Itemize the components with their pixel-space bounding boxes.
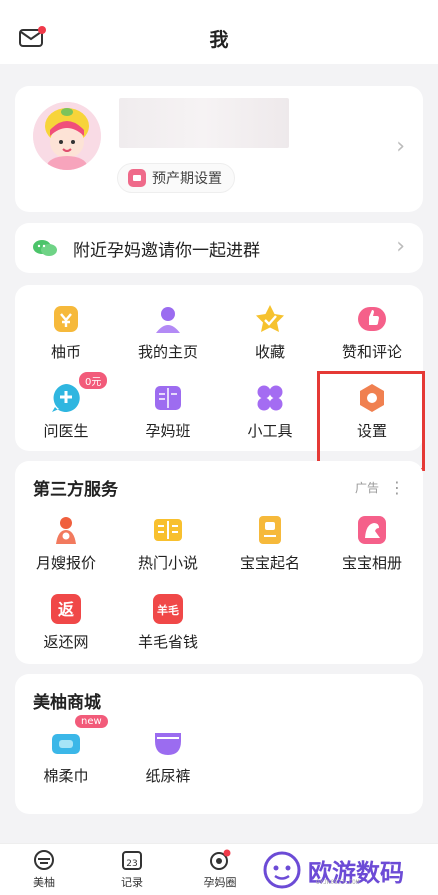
tool-label: 我的主页 [137,343,198,361]
calendar-date: 23 [126,859,137,869]
tool-ask-doctor[interactable]: 0元 问医生 [15,372,117,441]
service-save-money[interactable]: 羊毛 羊毛省钱 [117,593,219,652]
free-badge: 0元 [79,372,108,389]
due-date-label: 预产期设置 [152,171,222,187]
tool-favorites[interactable]: 收藏 [219,303,321,362]
ad-label: 广告 [354,481,379,495]
tab-community[interactable]: 孕妈圈 [176,844,264,895]
mail-icon[interactable] [19,26,47,48]
diaper-icon [152,727,184,759]
album-icon [356,514,388,546]
service-nanny-quote[interactable]: 月嫂报价 [15,514,117,573]
tool-label: 小工具 [247,422,293,440]
user-icon [152,303,184,335]
profile-card[interactable]: 预产期设置 › [15,86,423,212]
service-label: 返还网 [43,633,89,651]
tool-small-tools[interactable]: 小工具 [219,382,321,441]
avatar[interactable] [33,102,101,170]
tab-record[interactable]: 23 记录 [88,844,176,895]
tool-coin[interactable]: 柚币 [15,303,117,362]
third-party-services-card: 第三方服务 广告 ⋮ 月嫂报价 热门小说 宝宝起名 宝宝相册 返 返还网 羊毛 … [15,461,423,664]
mall-item-tissue[interactable]: new 棉柔巾 [15,715,117,786]
tab-label: 美柚 [33,876,55,889]
more-options-icon[interactable]: ⋮ [389,478,405,497]
tool-likes-comments[interactable]: 赞和评论 [321,303,423,362]
watermark: 欧游数码 OYJK0573.COM [262,850,404,890]
service-label: 宝宝相册 [341,554,402,572]
thumbs-up-icon [356,303,388,335]
save-money-icon: 羊毛 [152,593,184,625]
star-icon [254,303,286,335]
service-baby-album[interactable]: 宝宝相册 [321,514,423,573]
tools-icon [254,382,286,414]
section-title: 美柚商城 [33,693,101,713]
page-title: 我 [209,28,229,51]
mall-label: 棉柔巾 [43,767,89,785]
tool-label: 赞和评论 [341,343,402,361]
calendar-icon [128,169,146,187]
tool-my-homepage[interactable]: 我的主页 [117,303,219,362]
service-baby-naming[interactable]: 宝宝起名 [219,514,321,573]
mall-item-diaper[interactable]: 纸尿裤 [117,727,219,786]
watermark-logo-icon [263,851,301,889]
naming-icon [254,514,286,546]
header: 我 [0,12,438,64]
service-label: 月嫂报价 [35,554,96,572]
community-icon [209,849,231,871]
username-blurred [119,98,289,148]
chat-bubbles-icon [33,239,57,257]
tool-label: 柚币 [50,343,81,361]
tissue-icon [50,727,82,759]
invite-banner[interactable]: 附近孕妈邀请你一起进群 › [15,223,423,273]
due-date-setting-button[interactable]: 预产期设置 [117,163,235,193]
service-hot-novels[interactable]: 热门小说 [117,514,219,573]
tool-label: 收藏 [254,343,285,361]
tab-label: 记录 [121,876,143,889]
tool-pregnancy-class[interactable]: 孕妈班 [117,382,219,441]
settings-highlight-box [317,371,425,471]
status-bar [0,0,438,12]
tab-label: 孕妈圈 [203,876,237,889]
book-icon [152,514,184,546]
rebate-glyph: 返 [58,600,74,619]
class-book-icon [152,382,184,414]
watermark-subtext: OYJK0573.COM [316,879,360,886]
service-label: 热门小说 [137,554,198,572]
service-label: 羊毛省钱 [137,633,198,651]
meiyou-icon [33,849,55,871]
chevron-right-icon[interactable]: › [396,236,405,258]
section-title: 第三方服务 [33,480,118,500]
nanny-icon [50,514,82,546]
tab-meiyou[interactable]: 美柚 [0,844,88,895]
tool-label: 孕妈班 [145,422,191,440]
doctor-icon [50,382,82,414]
calendar-icon: 23 [121,849,143,871]
coin-icon [50,303,82,335]
mall-label: 纸尿裤 [145,767,191,785]
service-label: 宝宝起名 [239,554,300,572]
mall-card: 美柚商城 new 棉柔巾 纸尿裤 [15,674,423,814]
service-rebate[interactable]: 返 返还网 [15,593,117,652]
save-money-glyph: 羊毛 [157,603,179,617]
chevron-right-icon[interactable]: › [396,136,405,158]
invite-text: 附近孕妈邀请你一起进群 [73,240,260,261]
tool-label: 问医生 [43,422,89,440]
rebate-icon: 返 [50,593,82,625]
